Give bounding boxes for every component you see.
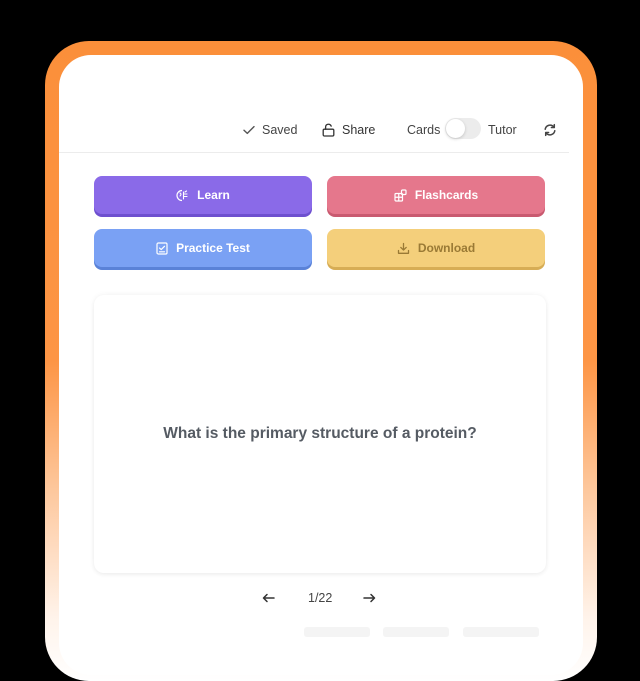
practice-test-label: Practice Test: [176, 241, 250, 255]
learn-button[interactable]: Learn: [94, 176, 312, 214]
mode-cards-label: Cards: [407, 123, 441, 137]
refresh-button[interactable]: [543, 121, 557, 139]
next-card-button[interactable]: [363, 588, 376, 608]
card-counter: 1/22: [308, 591, 333, 605]
saved-label: Saved: [262, 123, 298, 137]
practice-test-button[interactable]: Practice Test: [94, 229, 312, 267]
previous-card-button[interactable]: [262, 588, 275, 608]
flashcard[interactable]: What is the primary structure of a prote…: [94, 295, 546, 573]
mode-tutor-label: Tutor: [488, 123, 517, 137]
arrow-left-icon: [262, 593, 275, 603]
share-label: Share: [342, 123, 376, 137]
toolbar: Saved Share Cards Tutor: [59, 55, 569, 153]
clipboard-check-icon: [156, 241, 168, 255]
flashcards-button[interactable]: Flashcards: [327, 176, 545, 214]
arrow-right-icon: [363, 593, 376, 603]
flashcard-question: What is the primary structure of a prote…: [163, 425, 477, 442]
mode-toggle[interactable]: [445, 118, 481, 139]
learn-brain-icon: [176, 189, 188, 201]
unlock-icon: [322, 123, 335, 137]
download-button[interactable]: Download: [327, 229, 545, 267]
download-label: Download: [417, 241, 476, 255]
flashcards-icon: [394, 188, 407, 202]
share-button[interactable]: Share: [322, 121, 375, 139]
toggle-knob: [446, 119, 465, 138]
learn-label: Learn: [197, 188, 230, 202]
check-icon: [243, 125, 255, 135]
saved-status: Saved: [243, 121, 297, 139]
download-icon: [397, 242, 409, 254]
app-screen: Saved Share Cards Tutor Learn Flashcards…: [59, 55, 583, 675]
refresh-icon: [544, 123, 556, 137]
flashcards-label: Flashcards: [414, 188, 479, 202]
